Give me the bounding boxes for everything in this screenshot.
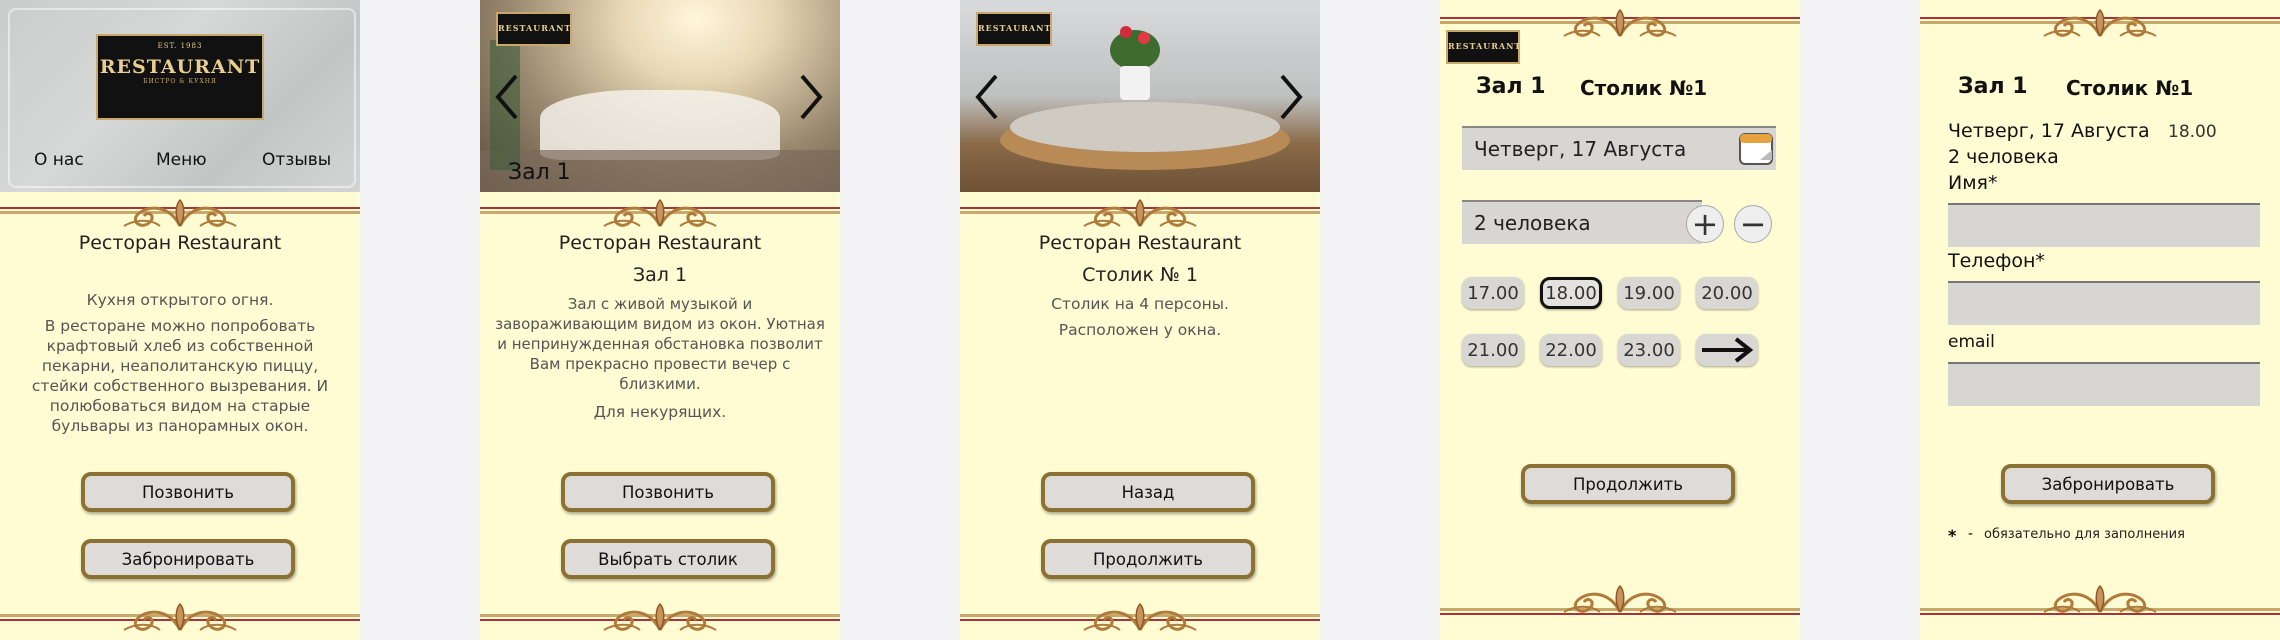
required-star: * — [1948, 526, 1957, 545]
hall-description: Зал с живой музыкой и завораживающим вид… — [495, 295, 825, 393]
hall-name: Зал 1 — [1476, 74, 1546, 99]
restaurant-logo[interactable]: RESTAURANT — [1446, 30, 1520, 64]
phone-label: Телефон* — [1948, 250, 2045, 272]
back-button[interactable]: Назад — [1041, 472, 1255, 512]
time-slot[interactable]: 23.00 — [1618, 334, 1680, 366]
booking-guests: 2 человека — [1948, 146, 2059, 168]
hall-note: Для некурящих. — [593, 403, 727, 421]
date-value: Четверг, 17 Августа — [1474, 137, 1687, 161]
booking-date: Четверг, 17 Августа — [1948, 120, 2150, 142]
description-2: В ресторане можно попробовать крафтовый … — [31, 317, 329, 435]
guests-field[interactable]: 2 человека — [1462, 200, 1702, 244]
minus-icon[interactable]: − — [1734, 205, 1772, 243]
screen-datetime: RESTAURANT Зал 1 Столик №1 Четверг, 17 А… — [1440, 0, 1800, 640]
hall-name: Зал 1 — [1958, 74, 2028, 99]
name-input[interactable] — [1948, 203, 2260, 247]
guests-value: 2 человека — [1474, 211, 1591, 235]
required-note: обязательно для заполнения — [1984, 527, 2185, 542]
arrow-right-icon — [1702, 337, 1754, 363]
call-button[interactable]: Позвонить — [561, 472, 775, 512]
ornament-top — [0, 196, 360, 230]
call-button[interactable]: Позвонить — [81, 472, 295, 512]
table-location: Расположен у окна. — [1058, 321, 1222, 339]
restaurant-title: Ресторан Restaurant — [558, 232, 762, 254]
phone-input[interactable] — [1948, 281, 2260, 325]
ornament-bottom — [1440, 582, 1800, 616]
email-input[interactable] — [1948, 362, 2260, 406]
logo-est: EST. 1983 — [157, 42, 203, 50]
time-slot[interactable]: 17.00 — [1462, 277, 1524, 309]
time-slot[interactable]: 20.00 — [1696, 277, 1758, 309]
plus-icon[interactable]: + — [1686, 205, 1724, 243]
restaurant-title: Ресторан Restaurant — [78, 232, 282, 254]
logo-text: RESTAURANT — [1448, 41, 1522, 51]
continue-button[interactable]: Продолжить — [1041, 539, 1255, 579]
table-capacity: Столик на 4 персоны. — [1051, 295, 1229, 313]
prev-arrow-icon[interactable] — [492, 72, 522, 122]
hero-label: Зал 1 — [508, 160, 571, 185]
screen-table: RESTAURANT Ресторан Restaurant Столик № … — [960, 0, 1320, 640]
next-arrow-icon[interactable] — [1276, 72, 1306, 122]
time-slot[interactable]: 19.00 — [1618, 277, 1680, 309]
next-times-button[interactable] — [1696, 334, 1758, 366]
nav-reviews[interactable]: Отзывы — [262, 150, 331, 170]
restaurant-title: Ресторан Restaurant — [1038, 232, 1242, 254]
booking-time: 18.00 — [2168, 122, 2217, 142]
description-1: Кухня открытого огня. — [86, 291, 274, 309]
screen-contacts: Зал 1 Столик №1 Четверг, 17 Августа 18.0… — [1920, 0, 2280, 640]
ornament-bottom — [0, 600, 360, 634]
screen-about: EST. 1983 RESTAURANT БИСТРО & КУХНЯ О на… — [0, 0, 360, 640]
choose-table-button[interactable]: Выбрать столик — [561, 539, 775, 579]
ornament-bottom — [1920, 582, 2280, 616]
time-slot[interactable]: 22.00 — [1540, 334, 1602, 366]
continue-button[interactable]: Продолжить — [1521, 464, 1735, 504]
table-name: Столик №1 — [2066, 76, 2194, 100]
nav-about[interactable]: О нас — [34, 150, 84, 170]
ornament-top — [1920, 6, 2280, 40]
logo-sub: БИСТРО & КУХНЯ — [143, 78, 217, 85]
logo-text: RESTAURANT — [978, 23, 1052, 33]
date-field[interactable]: Четверг, 17 Августа — [1462, 126, 1776, 170]
screen-hall: RESTAURANT Зал 1 Ресторан Restaurant Зал… — [480, 0, 840, 640]
table-name: Столик №1 — [1580, 76, 1708, 100]
restaurant-logo[interactable]: EST. 1983 RESTAURANT БИСТРО & КУХНЯ — [96, 34, 264, 120]
restaurant-logo[interactable]: RESTAURANT — [496, 12, 572, 46]
prev-arrow-icon[interactable] — [972, 72, 1002, 122]
ornament-top — [960, 196, 1320, 230]
nav-menu[interactable]: Меню — [156, 150, 207, 170]
restaurant-logo[interactable]: RESTAURANT — [976, 12, 1052, 46]
next-arrow-icon[interactable] — [796, 72, 826, 122]
ornament-bottom — [960, 600, 1320, 634]
table-title: Столик № 1 — [1082, 264, 1198, 286]
hall-title: Зал 1 — [632, 264, 688, 286]
ornament-bottom — [480, 600, 840, 634]
book-button[interactable]: Забронировать — [81, 539, 295, 579]
book-button[interactable]: Забронировать — [2001, 464, 2215, 504]
email-label: email — [1948, 332, 1995, 352]
logo-text: RESTAURANT — [498, 23, 572, 33]
required-dash: - — [1968, 526, 1974, 542]
logo-text: RESTAURANT — [99, 56, 261, 78]
ornament-top — [480, 196, 840, 230]
time-slot-selected[interactable]: 18.00 — [1540, 277, 1602, 309]
name-label: Имя* — [1948, 172, 1998, 194]
time-slot[interactable]: 21.00 — [1462, 334, 1524, 366]
calendar-icon[interactable] — [1738, 130, 1774, 166]
